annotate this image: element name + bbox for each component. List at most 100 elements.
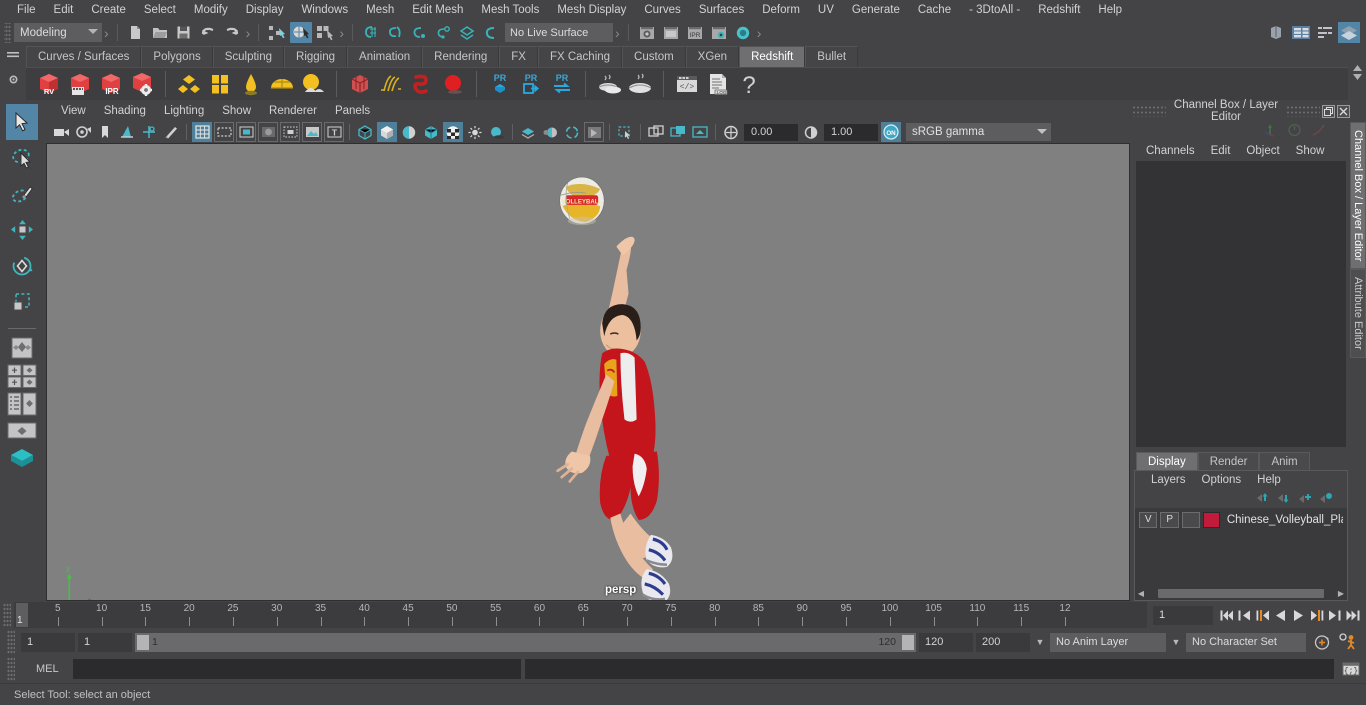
menu-edit-mesh[interactable]: Edit Mesh	[403, 0, 472, 20]
undo-icon[interactable]	[197, 22, 219, 43]
redshift-log-icon[interactable]: .LOG	[703, 69, 733, 99]
viewport-menu-show[interactable]: Show	[213, 102, 260, 121]
redshift-pr-convert-icon[interactable]: PR	[547, 69, 577, 99]
layer-tab-display[interactable]: Display	[1136, 452, 1198, 470]
scrollbar-thumb[interactable]	[1158, 589, 1324, 598]
shelf-tab-curves-surfaces[interactable]: Curves / Surfaces	[26, 46, 142, 67]
range-start-handle[interactable]	[137, 634, 149, 650]
save-scene-icon[interactable]	[173, 22, 195, 43]
redo-icon[interactable]	[221, 22, 243, 43]
layer-list-scrollbar[interactable]: ◀ ▶	[1135, 587, 1347, 600]
layer-color-swatch[interactable]	[1203, 511, 1220, 528]
time-slider-grip[interactable]	[3, 603, 11, 627]
command-input-field[interactable]	[72, 659, 521, 679]
step-back-keyframe-icon[interactable]	[1237, 606, 1252, 624]
redshift-light-icon[interactable]	[236, 69, 266, 99]
layer-menu-help[interactable]: Help	[1249, 474, 1289, 486]
film-gate-icon[interactable]	[214, 122, 234, 142]
speedometer-icon[interactable]	[1287, 123, 1302, 137]
layer-list[interactable]: V P Chinese_Volleyball_Pla ◀ ▶	[1134, 508, 1348, 601]
time-slider[interactable]: 1 5 10 15 20 25 30 35 40 45 50 55 60 65 70 75 80 85 90 95 1…	[14, 602, 1147, 628]
scroll-right-icon[interactable]: ▶	[1336, 589, 1346, 598]
menu-file[interactable]: File	[8, 0, 45, 20]
menu-set-selector[interactable]: Modeling	[14, 23, 102, 42]
menu-surfaces[interactable]: Surfaces	[690, 0, 753, 20]
shelf-settings-icon[interactable]	[7, 73, 20, 86]
move-layer-down-icon[interactable]	[1277, 492, 1291, 504]
redshift-hair-icon[interactable]	[376, 69, 406, 99]
layer-playback-toggle[interactable]: P	[1160, 511, 1179, 528]
panel-grip-left[interactable]	[1132, 105, 1166, 117]
text-overlay-icon[interactable]: T	[324, 122, 344, 142]
isolate-select-icon[interactable]	[615, 122, 635, 142]
menu-select[interactable]: Select	[135, 0, 185, 20]
animation-preferences-icon[interactable]	[1338, 633, 1358, 651]
paint-select-tool[interactable]	[6, 176, 38, 212]
close-window-icon[interactable]	[1337, 104, 1350, 118]
color-management-toggle[interactable]: ON	[881, 122, 901, 142]
menu-curves[interactable]: Curves	[635, 0, 689, 20]
redshift-sphere-icon[interactable]	[438, 69, 468, 99]
modeling-toolkit-icon[interactable]	[1266, 22, 1288, 43]
channel-box-menu-show[interactable]: Show	[1288, 145, 1333, 157]
exposure-icon[interactable]	[302, 122, 322, 142]
channel-box-menu-object[interactable]: Object	[1238, 145, 1287, 157]
script-editor-icon[interactable]: {;}	[1342, 661, 1360, 677]
command-line-grip[interactable]	[7, 657, 15, 681]
shelf-tab-xgen[interactable]: XGen	[685, 46, 740, 67]
layer-tab-anim[interactable]: Anim	[1259, 452, 1310, 470]
shelf-tab-animation[interactable]: Animation	[347, 46, 423, 67]
menu-redshift[interactable]: Redshift	[1029, 0, 1089, 20]
shelf-tab-fx-caching[interactable]: FX Caching	[537, 46, 623, 67]
menu-windows[interactable]: Windows	[292, 0, 357, 20]
gamma-value-field[interactable]: 1.00	[824, 123, 878, 141]
textured-icon[interactable]	[443, 122, 463, 142]
layer-menu-options[interactable]: Options	[1194, 474, 1250, 486]
gamma-control-icon[interactable]	[801, 122, 821, 142]
shelf-tab-custom[interactable]: Custom	[622, 46, 686, 67]
redshift-volume-icon[interactable]	[407, 69, 437, 99]
step-forward-frame-icon[interactable]	[1309, 606, 1324, 624]
redshift-render-sequence-icon[interactable]	[65, 69, 95, 99]
move-layer-up-icon[interactable]	[1256, 492, 1270, 504]
redshift-material-icon[interactable]	[174, 69, 204, 99]
redshift-help-icon[interactable]: ?	[734, 69, 764, 99]
persp-viewport[interactable]: VOLLEYBALL y persp	[46, 143, 1130, 601]
menu-mesh[interactable]: Mesh	[357, 0, 403, 20]
tool-settings-icon[interactable]	[1314, 22, 1336, 43]
select-by-hierarchy-icon[interactable]	[266, 22, 288, 43]
exposure-control-icon[interactable]	[721, 122, 741, 142]
redshift-proxy-icon[interactable]	[345, 69, 375, 99]
2d-pan-zoom-icon[interactable]	[139, 122, 159, 142]
play-forwards-icon[interactable]	[1291, 606, 1306, 624]
render-settings-icon[interactable]	[708, 22, 730, 43]
channel-box-menu-edit[interactable]: Edit	[1203, 145, 1239, 157]
statusline-grip[interactable]	[4, 22, 11, 43]
gate-mask-icon[interactable]	[258, 122, 278, 142]
playback-start-time-field[interactable]: 1	[78, 632, 132, 652]
layer-shading-toggle[interactable]	[1181, 511, 1201, 528]
menu-modify[interactable]: Modify	[185, 0, 237, 20]
step-back-frame-icon[interactable]	[1255, 606, 1270, 624]
redshift-pr-object-icon[interactable]: PR	[485, 69, 515, 99]
ao-icon[interactable]	[518, 122, 538, 142]
menu-mesh-tools[interactable]: Mesh Tools	[472, 0, 548, 20]
redshift-script-icon[interactable]: </>	[672, 69, 702, 99]
layer-menu-layers[interactable]: Layers	[1143, 474, 1194, 486]
layout-four-view[interactable]	[5, 335, 39, 361]
viewport-menu-renderer[interactable]: Renderer	[260, 102, 326, 121]
select-by-object-type-icon[interactable]	[290, 22, 313, 43]
open-scene-icon[interactable]	[149, 22, 171, 43]
flat-shade-icon[interactable]	[399, 122, 419, 142]
lasso-select-tool[interactable]	[6, 140, 38, 176]
menu-help[interactable]: Help	[1089, 0, 1131, 20]
menu-deform[interactable]: Deform	[753, 0, 809, 20]
film-origin-icon[interactable]	[280, 122, 300, 142]
render-current-frame-icon[interactable]	[636, 22, 658, 43]
playback-end-time-field[interactable]: 200	[976, 632, 1030, 652]
layout-hypershade[interactable]	[5, 447, 39, 473]
redshift-environment-icon[interactable]	[298, 69, 328, 99]
viewport-menu-lighting[interactable]: Lighting	[155, 102, 213, 121]
layout-persp[interactable]	[5, 419, 39, 445]
snap-to-curve-icon[interactable]	[384, 22, 406, 43]
